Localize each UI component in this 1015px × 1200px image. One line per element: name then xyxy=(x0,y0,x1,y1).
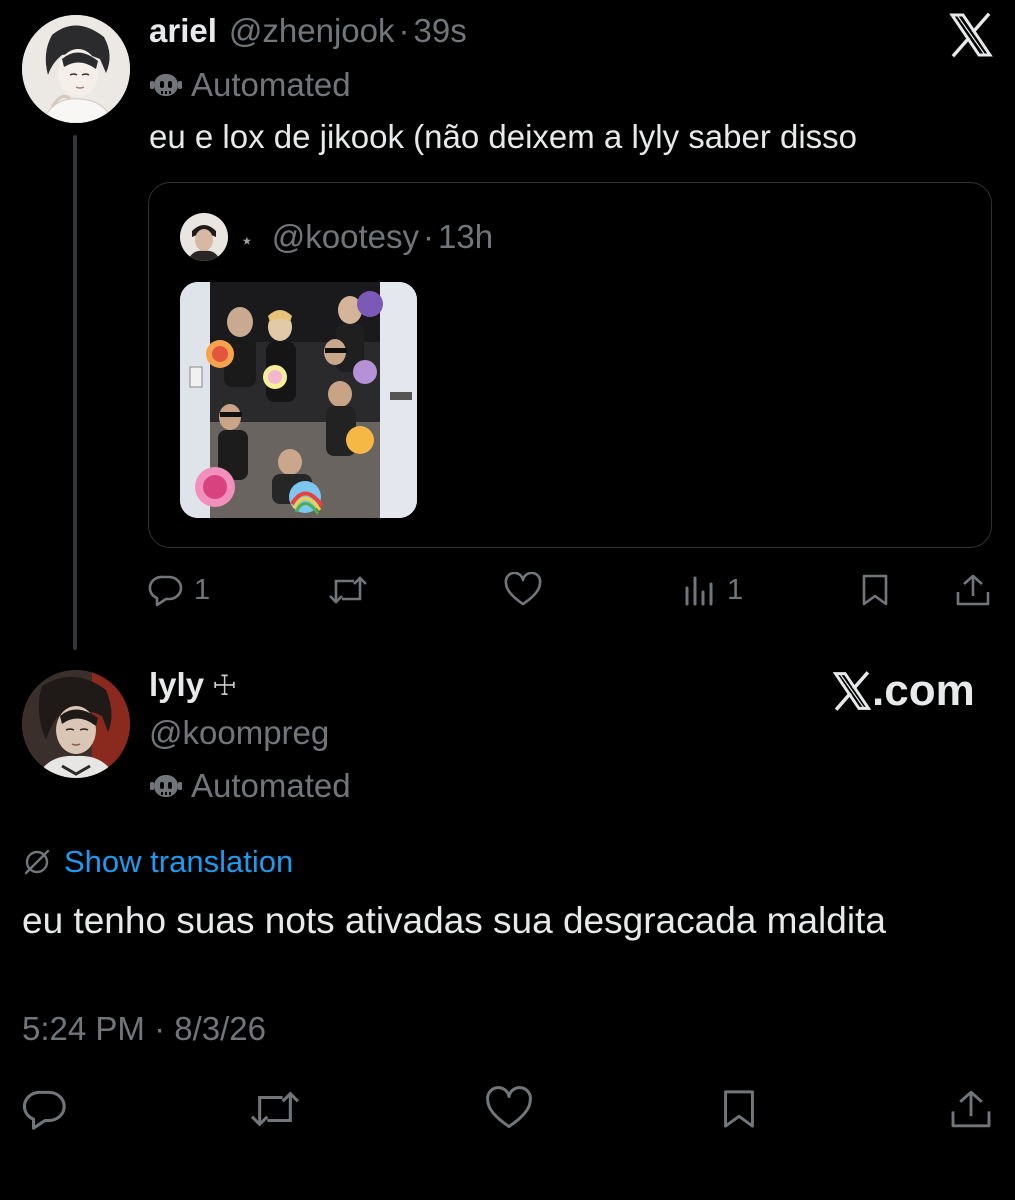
x-logo-icon xyxy=(832,671,872,711)
quote-avatar[interactable] xyxy=(180,213,228,261)
show-translation-link[interactable]: Show translation xyxy=(22,844,293,880)
reply-icon xyxy=(148,575,183,607)
quote-sparkle: ⋆ xyxy=(240,228,254,253)
avatar-lyly[interactable] xyxy=(22,670,130,778)
screenshot-page: ariel @zhenjook · 39s Automated eu e lox… xyxy=(0,0,1015,1200)
heart-icon xyxy=(504,572,542,606)
tweet1-bookmark-button[interactable] xyxy=(857,572,893,608)
quote-avatar-photo xyxy=(180,213,228,261)
tweet1-header: ariel @zhenjook · 39s xyxy=(149,12,467,56)
tweet1-separator: · xyxy=(398,12,410,49)
bookmark-icon xyxy=(724,1090,754,1128)
tweet1-retweet-button[interactable] xyxy=(327,572,369,608)
x-com-text: .com xyxy=(872,666,975,715)
x-com-watermark: .com xyxy=(832,666,975,716)
tweet2-timestamp[interactable]: 5:24 PM · 8/3/26 xyxy=(22,1010,266,1048)
tweet2-reply-button[interactable] xyxy=(22,1086,68,1132)
share-icon xyxy=(956,574,990,606)
tweet1-handle[interactable]: @zhenjook xyxy=(229,12,395,50)
bot-icon xyxy=(150,74,182,96)
tweet1-reply-count: 1 xyxy=(194,573,211,606)
tweet1-like-button[interactable] xyxy=(503,572,543,608)
quote-handle[interactable]: @kootesy xyxy=(272,218,419,256)
tweet2-display-name[interactable]: lyly xyxy=(149,666,204,704)
tweet2-handle[interactable]: @koompreg xyxy=(149,714,329,752)
retweet-icon xyxy=(329,576,367,604)
group-photo-with-stickers xyxy=(180,282,417,518)
reply-icon xyxy=(22,1090,66,1130)
avatar-ariel-illustration xyxy=(22,15,130,123)
tweet2-bookmark-button[interactable] xyxy=(717,1086,761,1132)
quote-media-image[interactable] xyxy=(180,282,417,518)
tweet2-like-button[interactable] xyxy=(484,1086,534,1132)
avatar-lyly-illustration xyxy=(22,670,130,778)
avatar-ariel[interactable] xyxy=(22,15,130,123)
tweet1-automated-text: Automated xyxy=(191,66,351,103)
tweet1-time[interactable]: 39s xyxy=(414,12,467,50)
tweet1-text: eu e lox de jikook (não deixem a lyly sa… xyxy=(149,118,858,155)
heart-icon xyxy=(486,1086,532,1128)
tweet1-display-name[interactable]: ariel xyxy=(149,12,217,50)
tweet1-reply-button[interactable]: 1 xyxy=(148,572,210,608)
tweet2-share-button[interactable] xyxy=(947,1086,995,1132)
quote-header: ⋆ @kootesy · 13h xyxy=(240,218,493,256)
tweet2-automated-text: Automated xyxy=(191,767,351,804)
show-translation-text[interactable]: Show translation xyxy=(64,844,293,880)
tweet1-views-count: 1 xyxy=(727,573,744,606)
tweet1-views-button[interactable]: 1 xyxy=(683,572,743,608)
views-icon xyxy=(685,576,713,606)
thread-connector-line xyxy=(73,135,77,650)
bookmark-icon xyxy=(862,574,888,606)
share-icon xyxy=(951,1090,991,1128)
translate-icon xyxy=(24,849,50,875)
tweet2-text: eu tenho suas nots ativadas sua desgraca… xyxy=(22,900,886,941)
tweet1-automated-label: Automated xyxy=(149,66,351,104)
quote-separator: · xyxy=(423,218,435,255)
tweet2-name-row: lyly ☩ xyxy=(149,666,237,704)
retweet-icon xyxy=(250,1091,300,1127)
tweet2-name-symbol: ☩ xyxy=(212,669,238,701)
quote-time[interactable]: 13h xyxy=(438,218,493,256)
bot-icon xyxy=(150,775,182,797)
x-logo-icon xyxy=(948,12,994,58)
tweet1-share-button[interactable] xyxy=(953,572,993,608)
tweet2-automated-label: Automated xyxy=(149,767,351,805)
tweet2-retweet-button[interactable] xyxy=(248,1086,302,1132)
